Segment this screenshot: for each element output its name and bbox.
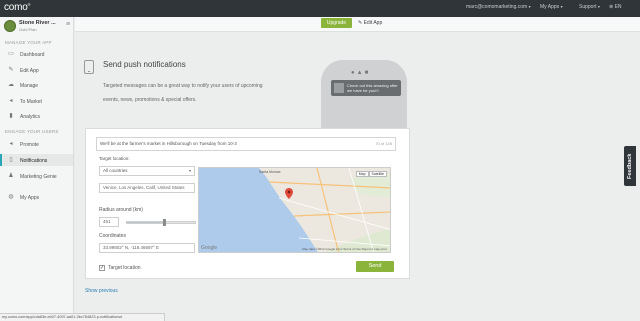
como-logo[interactable]: como® [4,2,31,13]
sidebar-item-marketing-genie[interactable]: ♟ Marketing Genie [0,170,73,182]
my-apps-menu[interactable]: My Apps ▾ [540,4,563,10]
app-plan: Gold Plan [19,27,37,32]
map-type-toggle: Map Satellite [355,171,387,177]
language-menu[interactable]: ⊕ EN [609,4,622,10]
coordinates-label: Coordinates [99,233,126,239]
google-logo: Google [201,245,218,251]
location-map[interactable]: Santa Monica Map Satellite Google Map da… [198,167,391,253]
map-view-button[interactable]: Map [355,171,369,177]
app-avatar [4,20,16,32]
upgrade-button[interactable]: Upgrade [321,18,352,28]
bullhorn-icon: ◂ [9,141,13,147]
sidebar-item-promote[interactable]: ◂ Promote [0,138,73,150]
sidebar-item-dashboard[interactable]: ▭ Dashboard [0,48,73,60]
map-copyright: Map data ©2014 Google 2 km Terms of Use … [302,247,387,251]
notification-preview: Check out this amazing offer we have for… [331,80,401,96]
char-counter: 70 of 145 [375,141,392,146]
chevron-down-icon: ▾ [597,4,600,9]
radius-input[interactable]: 451 [99,217,119,227]
sidebar-item-analytics[interactable]: ▮ Analytics [0,110,73,122]
coordinates-input[interactable]: 33.99802° N, -118.46697° E [99,243,195,253]
notification-preview-text: Check out this amazing offer we have for… [347,83,398,93]
sidebar-item-my-apps[interactable]: ◍ My Apps [0,191,73,203]
os-icons: ●▲■ [351,70,370,76]
pencil-icon: ✎ [8,67,14,73]
radius-slider-fill [127,222,165,223]
dashboard-icon: ▭ [8,51,14,57]
page-description: Targeted messages can be a great way to … [103,83,263,103]
notification-thumbnail [334,83,344,93]
globe-icon: ◍ [8,194,14,200]
megaphone-icon: ◂ [9,98,13,104]
target-location-label: Target location: [99,156,130,161]
send-button[interactable]: Send [356,261,394,272]
country-select[interactable]: All countries ▾ [99,166,195,176]
target-location-checkbox-label: Target location [108,265,141,271]
radius-slider-handle[interactable] [162,219,166,226]
satellite-view-button[interactable]: Satellite [368,171,387,177]
radius-label: Radius around (km) [99,207,143,213]
app-header[interactable]: Stone River ... Gold Plan ≡ [0,17,74,36]
feedback-tab[interactable]: Feedback [624,146,636,186]
genie-icon: ♟ [8,173,14,179]
top-bar: como® marc@comomarketing.com ▾ My Apps ▾… [0,0,640,17]
sidebar-item-notifications[interactable]: ▯ Notifications [0,154,73,166]
map-label-santa-monica: Santa Monica [259,170,281,174]
mobile-phone-icon [84,60,94,74]
chevron-down-icon: ▾ [188,168,191,173]
address-input[interactable]: Venice, Los Angeles, Calif, United State… [99,183,195,193]
sidebar-item-manage[interactable]: ☁ Manage [0,79,73,91]
section-title-manage: MANAGE YOUR APP [5,40,52,45]
sidebar-item-to-market[interactable]: ◂ To Market [0,95,73,107]
target-location-checkbox[interactable]: ✓ [99,265,105,271]
message-text: We'll be at the farmer's market in Hills… [100,141,237,146]
app-name: Stone River ... [19,20,56,26]
pencil-icon: ✎ [358,20,363,26]
chevron-down-icon: ▾ [528,4,531,9]
cloud-icon: ☁ [8,82,14,88]
account-menu[interactable]: marc@comomarketing.com ▾ [466,4,531,10]
map-pin-icon[interactable] [285,188,293,199]
android-icon: ▲ [356,70,365,76]
chart-icon: ▮ [9,113,13,119]
map-graphic [199,168,390,252]
hamburger-icon[interactable]: ≡ [66,21,70,28]
phone-icon: ▯ [9,157,13,163]
message-input[interactable]: We'll be at the farmer's market in Hills… [96,137,396,151]
section-title-engage: ENGAGE YOUR USERS [5,129,59,134]
sidebar-item-edit-app[interactable]: ✎ Edit App [0,64,73,76]
chevron-down-icon: ▾ [560,4,563,9]
blackberry-icon: ■ [364,70,371,76]
radius-slider[interactable] [126,219,196,226]
globe-icon: ⊕ [609,4,614,10]
show-previous-link[interactable]: Show previous [85,288,118,294]
header-bar: Upgrade ✎ Edit App [75,17,640,32]
edit-app-link[interactable]: ✎ Edit App [358,20,382,26]
support-menu[interactable]: Support ▾ [579,4,600,10]
page-title: Send push notifications [103,60,186,69]
browser-status-url: my.como.com/app/c4a83e-eb07-4097-aa01-3b… [0,313,165,321]
sidebar: Stone River ... Gold Plan ≡ MANAGE YOUR … [0,17,74,321]
